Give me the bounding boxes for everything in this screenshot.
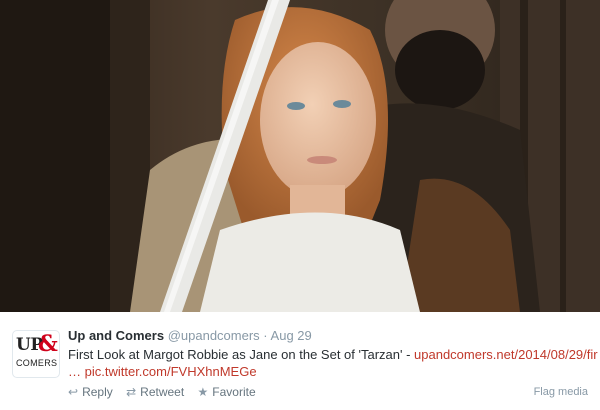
tweet-text-continued: … pic.twitter.com/FVHXhnMEGe bbox=[68, 363, 257, 380]
flag-media-link[interactable]: Flag media bbox=[534, 384, 588, 400]
photo-image bbox=[0, 0, 600, 312]
avatar-logo-comers: COMERS bbox=[16, 358, 58, 368]
ellipsis: … bbox=[68, 364, 85, 379]
user-handle[interactable]: @upandcomers bbox=[168, 328, 260, 343]
tweet-body: UP & COMERS Up and Comers @upandcomers ·… bbox=[0, 312, 600, 410]
tweet-photo[interactable] bbox=[0, 0, 600, 312]
retweet-icon: ⇄ bbox=[126, 385, 137, 399]
display-name[interactable]: Up and Comers bbox=[68, 328, 164, 343]
tweet-header: Up and Comers @upandcomers · Aug 29 bbox=[68, 327, 312, 344]
avatar[interactable]: UP & COMERS bbox=[12, 330, 60, 378]
separator-dot: · bbox=[263, 328, 268, 343]
retweet-button[interactable]: ⇄ Retweet bbox=[126, 384, 184, 400]
reply-icon: ↩ bbox=[68, 385, 79, 399]
retweet-label: Retweet bbox=[140, 385, 185, 399]
avatar-logo-amp: & bbox=[38, 331, 58, 357]
tweet-actions: ↩ Reply ⇄ Retweet ★ Favorite bbox=[68, 384, 266, 400]
star-icon: ★ bbox=[197, 385, 209, 399]
reply-button[interactable]: ↩ Reply bbox=[68, 384, 113, 400]
article-link[interactable]: upandcomers.net/2014/08/29/fir bbox=[414, 347, 598, 362]
tweet-text-main: First Look at Margot Robbie as Jane on t… bbox=[68, 347, 415, 362]
tweet-card: UP & COMERS Up and Comers @upandcomers ·… bbox=[0, 0, 600, 410]
pic-link[interactable]: pic.twitter.com/FVHXhnMEGe bbox=[85, 364, 257, 379]
favorite-button[interactable]: ★ Favorite bbox=[198, 384, 256, 400]
favorite-label: Favorite bbox=[212, 385, 256, 399]
reply-label: Reply bbox=[82, 385, 113, 399]
tweet-date[interactable]: Aug 29 bbox=[271, 328, 312, 343]
tweet-text: First Look at Margot Robbie as Jane on t… bbox=[68, 346, 598, 363]
